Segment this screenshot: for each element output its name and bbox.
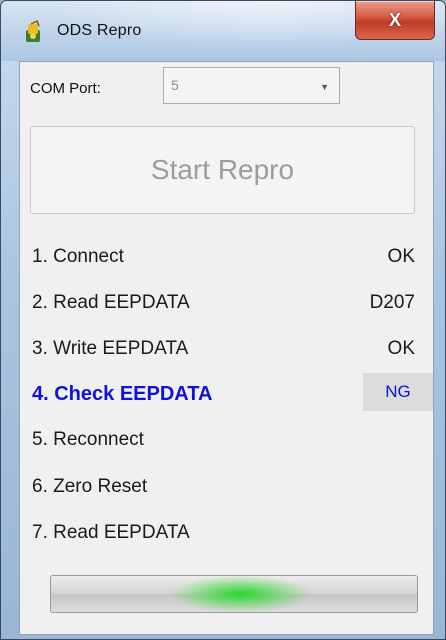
step-label-zero-reset: 6. Zero Reset — [32, 476, 148, 497]
main-panel: COM Port: 5 ▼ Start Repro 1. Connect OK … — [19, 61, 434, 635]
step-label-read-eepdata-final: 7. Read EEPDATA — [32, 522, 190, 543]
step-label-write-eepdata: 3. Write EEPDATA — [32, 338, 189, 359]
close-icon: X — [388, 9, 401, 30]
progress-marquee — [171, 576, 311, 612]
app-window: ODS Repro X COM Port: 5 ▼ Start Repro 1.… — [0, 0, 446, 640]
step-label-check-eepdata: 4. Check EEPDATA — [32, 383, 213, 405]
step-status-connect: OK — [387, 246, 415, 267]
step-label-connect: 1. Connect — [32, 246, 124, 267]
com-port-value: 5 — [171, 77, 179, 93]
com-port-select[interactable]: 5 ▼ — [163, 67, 340, 104]
progress-bar — [50, 575, 418, 613]
step-status-write-eepdata: OK — [387, 338, 415, 359]
com-port-label: COM Port: — [30, 80, 101, 97]
step-status-read-eepdata: D207 — [369, 292, 415, 313]
close-button[interactable]: X — [355, 1, 435, 40]
step-label-read-eepdata: 2. Read EEPDATA — [32, 292, 190, 313]
window-title: ODS Repro — [57, 22, 142, 39]
step-status-check-eepdata: NG — [363, 373, 433, 411]
chevron-down-icon: ▼ — [320, 82, 329, 92]
step-label-reconnect: 5. Reconnect — [32, 429, 144, 450]
start-repro-button[interactable]: Start Repro — [30, 126, 415, 214]
title-bar[interactable]: ODS Repro X — [1, 1, 445, 61]
app-icon — [23, 19, 45, 44]
